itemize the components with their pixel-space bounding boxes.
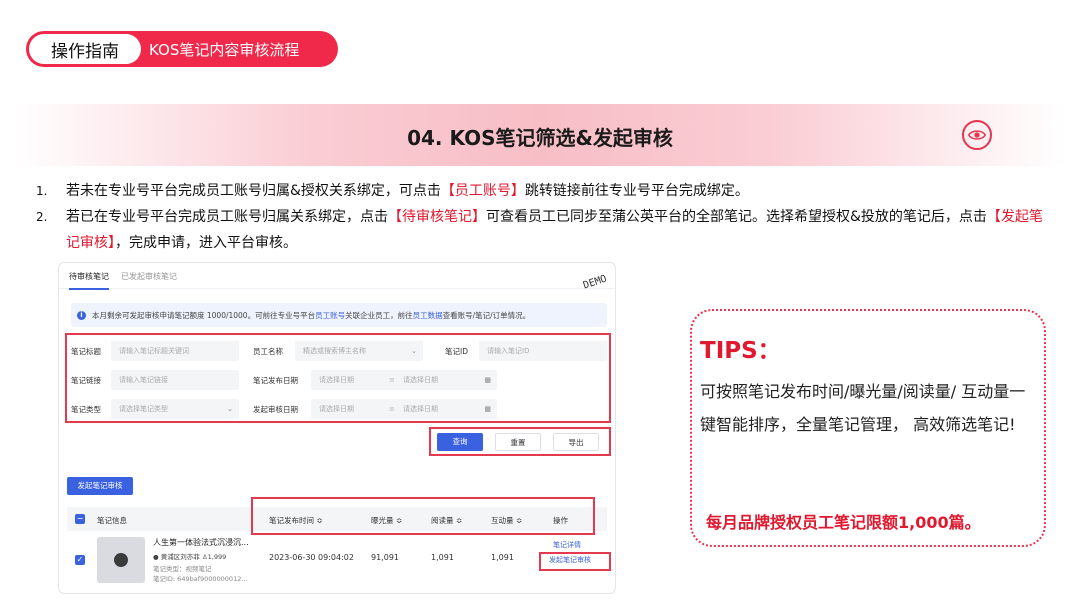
reads-cell: 1,091 xyxy=(431,553,454,562)
note-link-label: 笔记链接 xyxy=(71,376,101,385)
step-text: 若已在专业号平台完成员工账号归属关系绑定，点击【待审核笔记】可查看员工已同步至蒲… xyxy=(66,204,1046,256)
step-text-part: 跳转链接前往专业号平台完成绑定。 xyxy=(524,183,749,199)
column-header: 笔记信息 xyxy=(97,516,127,525)
start-date-placeholder: 请选择日期 xyxy=(319,376,354,384)
filter-row: 笔记链接 请输入笔记链接 笔记发布日期 请选择日期 ≡ 请选择日期 ▦ xyxy=(67,368,609,392)
instruction-list: 1. 若未在专业号平台完成员工账号归属&授权关系绑定，可点击【员工账号】跳转链接… xyxy=(36,178,1046,256)
instruction-step-2: 2. 若已在专业号平台完成员工账号归属关系绑定，点击【待审核笔记】可查看员工已同… xyxy=(36,204,1046,256)
launch-review-button[interactable]: 发起笔记审核 xyxy=(67,477,133,495)
step-text-part: ，完成申请，进入平台审核。 xyxy=(115,235,297,251)
step-number: 1. xyxy=(36,184,48,198)
note-type-select[interactable]: 请选择笔记类型 ⌄ xyxy=(111,399,239,419)
staff-account-link[interactable]: 员工账号 xyxy=(315,310,345,321)
avatar: ● xyxy=(153,553,159,561)
staff-data-link[interactable]: 员工数据 xyxy=(413,310,443,321)
publish-time-cell: 2023-06-30 09:04:02 xyxy=(269,553,354,562)
end-date-placeholder: 请选择日期 xyxy=(403,376,438,384)
note-type-placeholder: 请选择笔记类型 xyxy=(119,405,168,413)
staff-name-placeholder: 精选或搜索博主名称 xyxy=(303,347,366,355)
tips-body: 可按照笔记发布时间/曝光量/阅读量/ 互动量一键智能排序，全量笔记管理， 高效筛… xyxy=(700,382,1026,434)
notice-text: 关联企业员工，前往 xyxy=(345,310,413,320)
calendar-icon: ▦ xyxy=(484,405,491,413)
table-row: ✓ 人生第一体验法式沉浸沉... ● 黄浦区刘亦菲 ♙1,999 笔记类型：视频… xyxy=(67,533,607,589)
step-text-part: 若未在专业号平台完成员工账号归属&授权关系绑定，可点击 xyxy=(66,183,441,199)
query-button[interactable]: 查询 xyxy=(437,433,483,451)
notice-text: 查看账号/笔记/订单情况。 xyxy=(442,310,531,320)
info-icon: i xyxy=(77,310,86,320)
reset-button[interactable]: 重置 xyxy=(495,433,541,451)
chevron-down-icon: ⌄ xyxy=(411,347,417,355)
tab-launched-notes[interactable]: 已发起审核笔记 xyxy=(121,271,177,282)
step-number: 2. xyxy=(36,210,48,224)
note-thumbnail xyxy=(97,537,145,583)
start-date-placeholder: 请选择日期 xyxy=(319,405,354,413)
range-separator-icon: ≡ xyxy=(389,376,395,384)
calendar-icon: ▦ xyxy=(484,376,491,384)
chevron-down-icon: ⌄ xyxy=(227,405,233,413)
interactions-cell: 1,091 xyxy=(491,553,514,562)
end-date-placeholder: 请选择日期 xyxy=(403,405,438,413)
platform-screenshot: 待审核笔记 已发起审核笔记 DEMO i 本月剩余可发起审核申请笔记额度 100… xyxy=(58,262,616,594)
filter-row: 笔记类型 请选择笔记类型 ⌄ 发起审核日期 请选择日期 ≡ 请选择日期 ▦ xyxy=(67,397,609,421)
step-text: 若未在专业号平台完成员工账号归属&授权关系绑定，可点击【员工账号】跳转链接前往专… xyxy=(66,178,1046,204)
tips-footer: 每月品牌授权员工笔记限额1,000篇。 xyxy=(706,513,981,532)
pending-notes-link[interactable]: 【待审核笔记】 xyxy=(388,209,486,225)
note-detail-link[interactable]: 笔记详情 xyxy=(553,540,581,550)
instruction-step-1: 1. 若未在专业号平台完成员工账号归属&授权关系绑定，可点击【员工账号】跳转链接… xyxy=(36,178,1046,204)
tab-bar: 待审核笔记 已发起审核笔记 xyxy=(59,263,615,290)
publish-date-label: 笔记发布日期 xyxy=(253,376,298,385)
follower-count: 1,999 xyxy=(207,553,227,561)
filter-panel: 笔记标题 请输入笔记标题关键词 员工名称 精选或搜索博主名称 ⌄ 笔记ID 请输入… xyxy=(65,333,611,423)
action-buttons-group: 查询 重置 导出 xyxy=(429,427,611,456)
tips-title: TIPS： xyxy=(700,338,781,364)
tab-pending-notes[interactable]: 待审核笔记 xyxy=(69,271,109,290)
step-text-part: 若已在专业号平台完成员工账号归属关系绑定，点击 xyxy=(66,209,388,225)
export-button[interactable]: 导出 xyxy=(553,433,599,451)
sortable-columns-highlight xyxy=(251,497,595,535)
note-type: 笔记类型：视频笔记 xyxy=(153,565,212,573)
note-link-input[interactable]: 请输入笔记链接 xyxy=(111,370,239,390)
review-date-label: 发起审核日期 xyxy=(253,405,298,414)
select-all-checkbox[interactable]: − xyxy=(75,514,85,524)
guide-pill: 操作指南 KOS笔记内容审核流程 xyxy=(26,31,338,67)
note-title-label: 笔记标题 xyxy=(71,347,101,356)
publish-date-range[interactable]: 请选择日期 ≡ 请选择日期 ▦ xyxy=(311,370,497,390)
note-id: 笔记ID: 649baf9000000012... xyxy=(153,575,248,583)
notice-text: 本月剩余可发起审核申请笔记额度 1000/1000。可前往专业号平台 xyxy=(92,310,316,320)
row-action-highlight xyxy=(539,552,611,571)
tips-box: TIPS： 可按照笔记发布时间/曝光量/阅读量/ 互动量一键智能排序，全量笔记管… xyxy=(690,309,1046,547)
note-title-input[interactable]: 请输入笔记标题关键词 xyxy=(111,341,239,361)
section-title: 04. KOS笔记筛选&发起审核 xyxy=(407,126,673,150)
note-title: 人生第一体验法式沉浸沉... xyxy=(153,538,249,547)
note-type-label: 笔记类型 xyxy=(71,405,101,414)
quota-notice: i 本月剩余可发起审核申请笔记额度 1000/1000。可前往专业号平台 员工账… xyxy=(71,303,607,327)
note-id-input[interactable]: 请输入笔记ID xyxy=(479,341,607,361)
guide-label: 操作指南 xyxy=(29,34,141,64)
staff-name-label: 员工名称 xyxy=(253,347,283,356)
review-date-range[interactable]: 请选择日期 ≡ 请选择日期 ▦ xyxy=(311,399,497,419)
eye-icon xyxy=(962,120,992,150)
filter-row: 笔记标题 请输入笔记标题关键词 员工名称 精选或搜索博主名称 ⌄ 笔记ID 请输入… xyxy=(67,339,609,363)
note-author: ● 黄浦区刘亦菲 ♙1,999 xyxy=(153,551,226,561)
guide-subtitle: KOS笔记内容审核流程 xyxy=(149,40,300,59)
staff-name-select[interactable]: 精选或搜索博主名称 ⌄ xyxy=(295,341,423,361)
row-checkbox[interactable]: ✓ xyxy=(75,555,85,565)
note-id-label: 笔记ID xyxy=(445,347,468,356)
range-separator-icon: ≡ xyxy=(389,405,395,413)
staff-account-link[interactable]: 【员工账号】 xyxy=(441,183,525,199)
exposure-cell: 91,091 xyxy=(371,553,399,562)
section-banner: 04. KOS笔记筛选&发起审核 xyxy=(14,104,1066,166)
author-name: 黄浦区刘亦菲 xyxy=(160,553,200,561)
step-text-part: 可查看员工已同步至蒲公英平台的全部笔记。选择希望授权&投放的笔记后，点击 xyxy=(486,209,987,225)
